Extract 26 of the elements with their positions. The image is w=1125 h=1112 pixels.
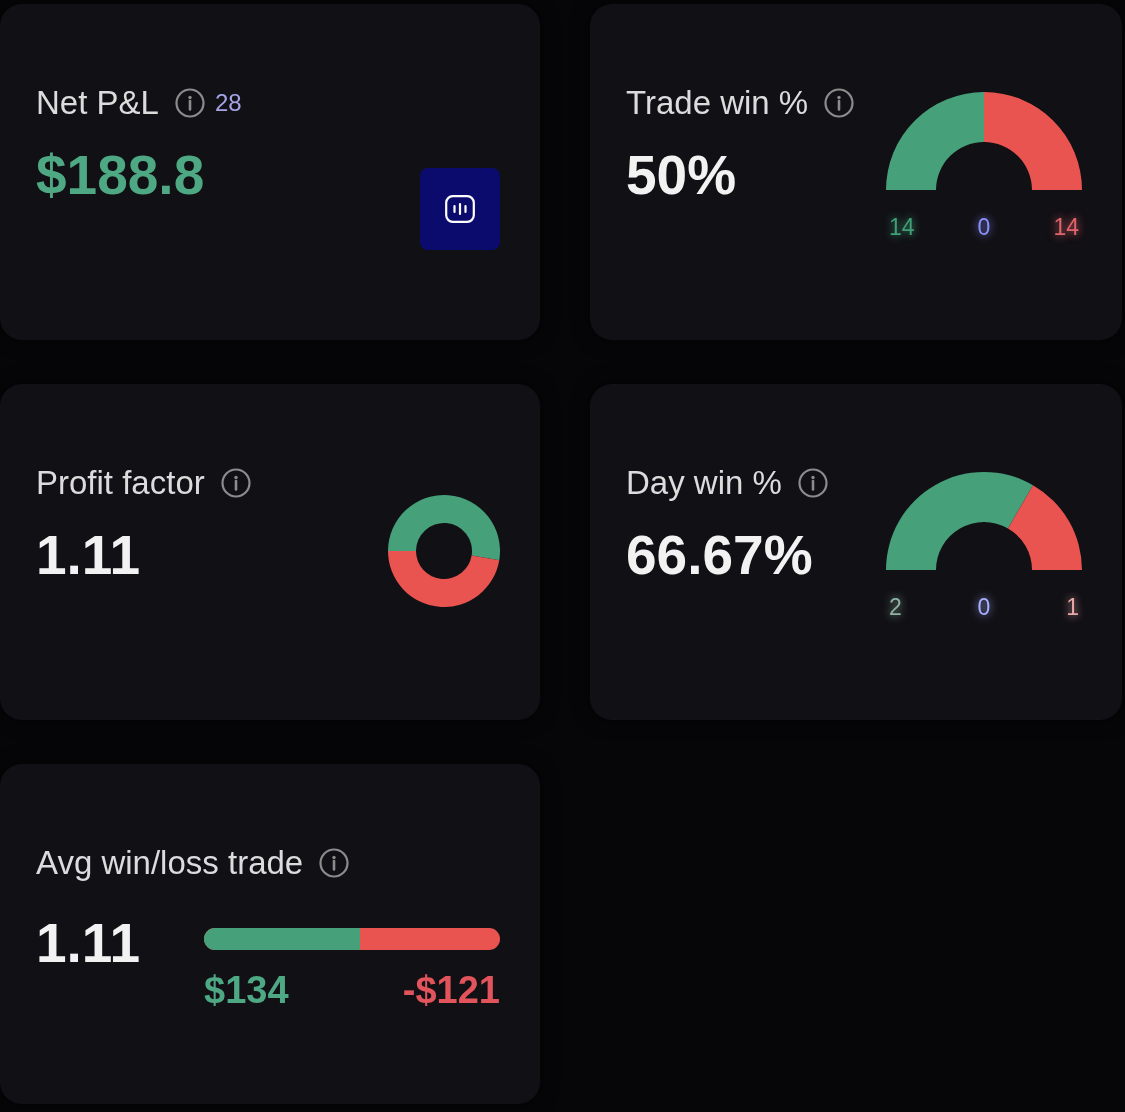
info-icon[interactable] (174, 88, 205, 118)
card-title: Avg win/loss trade (36, 844, 304, 882)
card-title: Trade win % (626, 84, 809, 122)
info-icon[interactable] (319, 848, 350, 878)
avg-win-amount: $134 (204, 968, 289, 1012)
stat-value: 1.11 (36, 913, 140, 973)
stat-value: 50% (626, 145, 737, 205)
info-icon[interactable] (220, 468, 251, 498)
info-icon[interactable] (797, 468, 828, 498)
win-count: 2 (888, 593, 903, 622)
loss-count: 14 (1052, 213, 1080, 242)
win-count: 14 (888, 213, 916, 242)
stat-value: $188.8 (36, 145, 205, 205)
card-title: Day win % (626, 464, 782, 502)
stat-value: 66.67% (626, 525, 813, 585)
card-title: Profit factor (36, 464, 205, 502)
loss-count: 1 (1065, 593, 1080, 622)
breakeven-count: 0 (976, 213, 992, 242)
bars-icon (445, 195, 475, 223)
card-title: Net P&L (36, 84, 159, 122)
stat-value: 1.11 (36, 525, 140, 585)
trade-count: 28 (214, 88, 242, 118)
avg-loss-amount: -$121 (402, 968, 500, 1012)
breakeven-count: 0 (976, 593, 992, 622)
bars-button[interactable] (420, 168, 500, 250)
info-icon[interactable] (824, 88, 855, 118)
